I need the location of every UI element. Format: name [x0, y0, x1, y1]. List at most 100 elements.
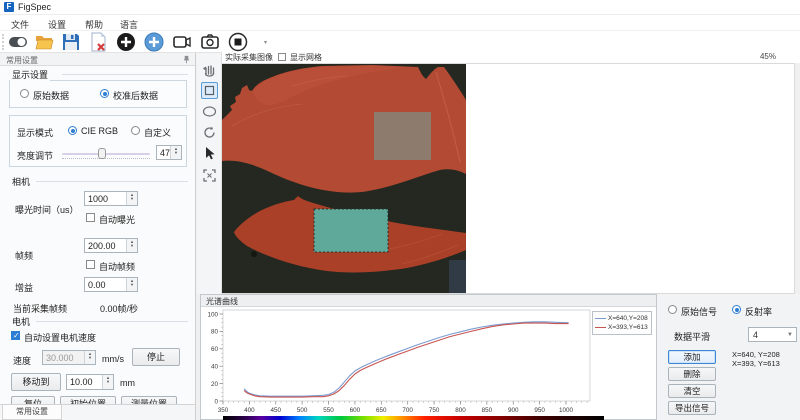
radio-custom[interactable] — [131, 126, 140, 135]
dock-tab-strip: 常用设置 — [0, 404, 195, 420]
speed-unit: mm/s — [102, 354, 124, 364]
framerate-label: 帧频 — [15, 249, 33, 262]
smoothing-select[interactable]: 4▼ — [748, 327, 797, 342]
svg-text:850: 850 — [482, 407, 493, 414]
svg-text:1000: 1000 — [559, 407, 574, 414]
menu-language[interactable]: 语言 — [120, 18, 138, 31]
open-file-icon[interactable] — [34, 32, 54, 52]
radio-raw-data[interactable] — [20, 89, 29, 98]
svg-text:20: 20 — [211, 381, 219, 388]
smoothing-label: 数据平滑 — [674, 330, 710, 343]
add-blue-icon[interactable] — [144, 32, 164, 52]
gain-spinner[interactable]: 0.00▲▼ — [84, 277, 138, 292]
svg-text:600: 600 — [350, 407, 361, 414]
gain-label: 增益 — [15, 281, 33, 294]
selected-points-list[interactable]: X=640, Y=208 X=393, Y=613 — [732, 350, 780, 368]
pan-hand-icon[interactable] — [201, 61, 218, 78]
toggle-connect-icon[interactable] — [8, 32, 28, 52]
image-view-header: 实际采集图像 显示网格 45% — [222, 52, 800, 63]
menu-file[interactable]: 文件 — [11, 18, 29, 31]
ellipse-select-tool-icon[interactable] — [201, 103, 218, 120]
svg-text:900: 900 — [508, 407, 519, 414]
fit-view-icon[interactable] — [201, 167, 218, 184]
current-fps-value: 0.00帧/秒 — [100, 302, 138, 315]
display-mode-label: 显示模式 — [17, 126, 53, 139]
delete-document-icon[interactable] — [88, 32, 108, 52]
svg-text:950: 950 — [534, 407, 545, 414]
legend-line-blue — [595, 318, 606, 319]
point-entry[interactable]: X=640, Y=208 — [732, 350, 780, 359]
point-entry[interactable]: X=393, Y=613 — [732, 359, 780, 368]
rotate-tool-icon[interactable] — [201, 124, 218, 141]
radio-reflectance-label: 反射率 — [745, 305, 772, 318]
radio-raw-signal-label: 原始信号 — [681, 305, 717, 318]
radio-raw-signal[interactable] — [668, 305, 677, 314]
radio-reflectance[interactable] — [732, 305, 741, 314]
toolbar-more-dropdown-icon[interactable]: ▾ — [264, 39, 267, 46]
svg-text:40: 40 — [211, 364, 219, 371]
image-view-tab[interactable]: 实际采集图像 — [225, 52, 273, 63]
auto-framerate-label: 自动帧频 — [99, 260, 135, 273]
captured-fabric-image[interactable] — [222, 64, 466, 293]
move-to-button[interactable]: 移动到 — [11, 373, 61, 391]
selection-region-teal[interactable] — [314, 209, 388, 252]
save-icon[interactable] — [61, 32, 81, 52]
svg-text:500: 500 — [297, 407, 308, 414]
stop-button[interactable]: 停止 — [132, 348, 180, 366]
chart-legend: X=640,Y=208 X=393,Y=613 — [592, 311, 652, 335]
pin-icon[interactable] — [182, 55, 191, 64]
move-unit: mm — [120, 378, 135, 388]
photo-camera-icon[interactable] — [200, 32, 220, 52]
menu-help[interactable]: 帮助 — [85, 18, 103, 31]
brightness-spinner[interactable]: 47▲▼ — [156, 145, 182, 160]
export-signal-button[interactable]: 导出信号 — [668, 401, 716, 415]
svg-text:550: 550 — [323, 407, 334, 414]
image-canvas-panel[interactable] — [222, 63, 795, 294]
framerate-spinner[interactable]: 200.00▲▼ — [84, 238, 138, 253]
spectral-chart[interactable]: 0204060801003504004505005506006507007508… — [202, 308, 655, 416]
video-camera-icon[interactable] — [172, 32, 192, 52]
brightness-label: 亮度调节 — [17, 149, 53, 162]
move-to-spinner[interactable]: 10.00▲▼ — [66, 374, 114, 390]
reflection-patch — [449, 260, 466, 293]
svg-text:350: 350 — [218, 407, 229, 414]
auto-motor-speed-checkbox[interactable] — [11, 331, 20, 340]
selection-region-gray[interactable] — [374, 112, 431, 160]
speed-spinner[interactable]: 30.000▲▼ — [42, 350, 96, 365]
settings-panel-header: 常用设置 — [0, 53, 195, 66]
add-dark-icon[interactable] — [116, 32, 136, 52]
legend-label-1: X=640,Y=208 — [608, 315, 648, 322]
radio-custom-label: 自定义 — [144, 126, 171, 139]
title-bar: F FigSpec — [0, 0, 800, 15]
camera-group-title: 相机 — [10, 175, 32, 188]
svg-text:450: 450 — [271, 407, 282, 414]
radio-cie-rgb-label: CIE RGB — [81, 126, 118, 136]
legend-label-2: X=393,Y=613 — [608, 324, 648, 331]
auto-motor-speed-label: 自动设置电机速度 — [24, 331, 96, 344]
clear-button[interactable]: 清空 — [668, 384, 716, 398]
signal-control-panel: 原始信号 反射率 数据平滑 4▼ 添加 删除 清空 导出信号 X=640, Y=… — [657, 294, 800, 420]
menu-settings[interactable]: 设置 — [48, 18, 66, 31]
divider — [36, 321, 188, 322]
exposure-spinner[interactable]: 1000▲▼ — [84, 191, 138, 206]
brightness-slider-handle[interactable] — [98, 148, 106, 159]
delete-button[interactable]: 删除 — [668, 367, 716, 381]
window-title: FigSpec — [18, 2, 51, 12]
chart-title: 光谱曲线 — [206, 296, 238, 307]
radio-cie-rgb[interactable] — [68, 126, 77, 135]
settings-panel-title: 常用设置 — [6, 55, 38, 66]
dock-tab-common-settings[interactable]: 常用设置 — [2, 405, 62, 420]
show-grid-checkbox[interactable] — [278, 53, 286, 61]
cursor-tool-icon[interactable] — [201, 145, 218, 162]
main-toolbar: ▾ — [0, 31, 800, 53]
rect-select-tool-icon[interactable] — [201, 82, 218, 99]
auto-exposure-checkbox[interactable] — [86, 213, 95, 222]
stop-record-icon[interactable] — [228, 32, 248, 52]
auto-framerate-checkbox[interactable] — [86, 260, 95, 269]
add-button[interactable]: 添加 — [668, 350, 716, 364]
svg-text:60: 60 — [211, 346, 219, 353]
brightness-slider-track[interactable] — [62, 153, 150, 155]
auto-exposure-label: 自动曝光 — [99, 213, 135, 226]
radio-calibrated-data[interactable] — [100, 89, 109, 98]
radio-raw-data-label: 原始数据 — [33, 89, 69, 102]
